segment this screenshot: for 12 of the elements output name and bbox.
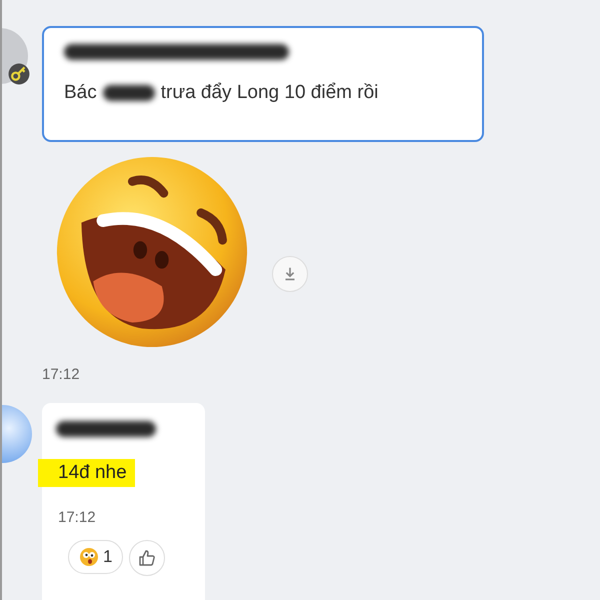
- message-text: trưa đẩy Long 10 điểm rồi: [160, 82, 378, 104]
- download-button[interactable]: [272, 256, 308, 292]
- message-text: 14đ nhe: [38, 459, 135, 487]
- surprised-face-icon: [79, 547, 99, 567]
- key-icon: [8, 63, 30, 85]
- like-button[interactable]: [129, 540, 166, 576]
- redacted-mention: [102, 85, 155, 101]
- thumbs-up-icon: [137, 548, 158, 568]
- reaction-button[interactable]: 1: [68, 540, 124, 574]
- message-text: Bác: [64, 82, 97, 104]
- timestamp: 17:12: [42, 366, 81, 383]
- timestamp: 17:12: [58, 509, 96, 526]
